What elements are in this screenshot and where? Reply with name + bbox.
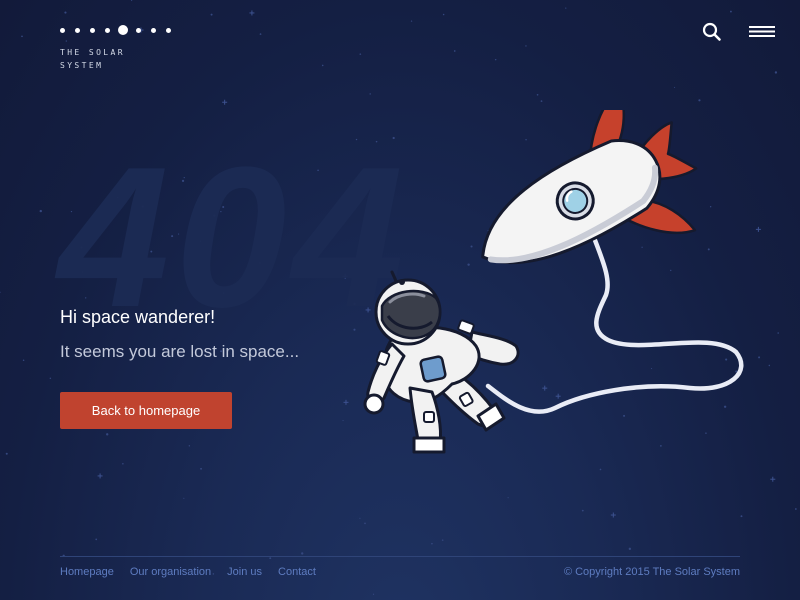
site-logo[interactable]: THE SOLAR SYSTEM [60, 24, 181, 72]
astronaut-icon [363, 270, 520, 454]
star [610, 512, 616, 518]
star [64, 11, 67, 14]
star [698, 99, 701, 102]
footer-nav: Homepage Our organisation Join us Contac… [60, 566, 332, 578]
back-to-homepage-button[interactable]: Back to homepage [60, 392, 232, 429]
menu-button[interactable] [748, 22, 776, 42]
star [359, 517, 361, 519]
logo-line-2: SYSTEM [60, 61, 104, 70]
star [106, 433, 109, 436]
footer-link-contact[interactable]: Contact [278, 566, 316, 578]
hamburger-menu-icon [749, 26, 775, 37]
star [453, 50, 456, 52]
star [674, 86, 676, 88]
footer-link-our-organisation[interactable]: Our organisation [130, 566, 211, 578]
star [540, 100, 543, 103]
page-subheadline: It seems you are lost in space... [60, 342, 300, 361]
star [269, 557, 272, 560]
star [5, 452, 8, 455]
star [369, 93, 371, 95]
star [131, 0, 133, 2]
planet-dot [75, 27, 80, 33]
footer-link-join-us[interactable]: Join us [227, 566, 262, 578]
star [97, 473, 103, 479]
star [359, 53, 362, 55]
star [525, 45, 527, 47]
star [321, 64, 324, 67]
astronaut-rocket-illustration [363, 110, 744, 454]
star [22, 359, 25, 361]
star [777, 332, 779, 334]
star [770, 476, 776, 482]
star [441, 539, 444, 541]
planet-dot [60, 27, 65, 33]
star [259, 33, 262, 35]
star [536, 93, 539, 96]
star [364, 522, 366, 525]
star [768, 364, 771, 367]
star [95, 538, 98, 541]
planet-dot [151, 27, 156, 33]
star [49, 377, 52, 380]
footer-link-homepage[interactable]: Homepage [60, 566, 114, 578]
logo-line-1: THE SOLAR [60, 48, 125, 57]
footer-divider [60, 556, 740, 557]
star [431, 542, 433, 545]
star [39, 209, 42, 213]
star [200, 467, 202, 470]
page-headline: Hi space wanderer! [60, 307, 216, 327]
search-icon [702, 22, 721, 41]
star [183, 497, 185, 499]
star [628, 547, 632, 551]
star [410, 20, 413, 22]
star [188, 445, 191, 447]
star [0, 291, 1, 293]
logo-text: THE SOLAR SYSTEM [60, 46, 140, 72]
rocket-icon [481, 110, 698, 265]
star [729, 10, 732, 13]
star [122, 462, 124, 465]
star [249, 10, 255, 16]
star [794, 508, 797, 510]
star [210, 13, 213, 16]
planet-dots-logo-mark [60, 24, 181, 36]
star [740, 515, 743, 518]
planet-dot [166, 27, 171, 33]
star [222, 99, 228, 105]
star [774, 71, 778, 74]
star [565, 7, 567, 9]
planet-dot [105, 27, 110, 33]
sun-dot [118, 25, 128, 35]
search-button[interactable] [700, 20, 724, 44]
star [21, 35, 23, 38]
star [301, 552, 304, 555]
planet-dot [90, 27, 95, 33]
copyright-notice: © Copyright 2015 The Solar System [563, 566, 740, 578]
planet-dot [136, 27, 141, 33]
star [372, 593, 375, 595]
star [507, 497, 509, 499]
star [442, 13, 445, 16]
star [581, 509, 584, 512]
star [494, 58, 497, 61]
